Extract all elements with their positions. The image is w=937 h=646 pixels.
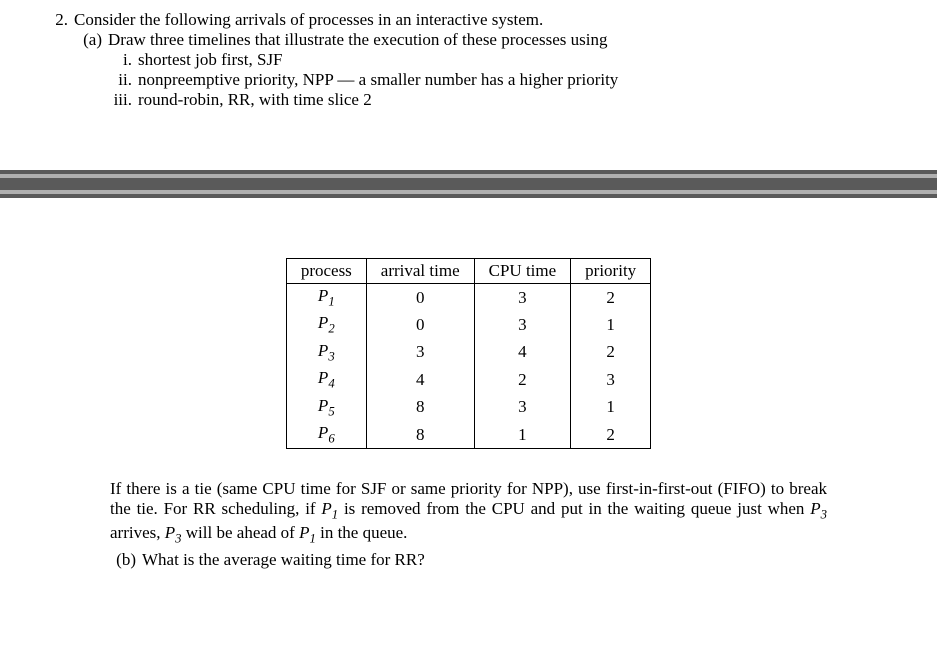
cell-cpu: 3: [474, 394, 571, 421]
tie-text-4: will be ahead of: [182, 523, 300, 542]
cell-process: P2: [286, 311, 366, 338]
tie-text-5: in the queue.: [316, 523, 408, 542]
problem-number: 2.: [40, 10, 74, 110]
cell-pri: 2: [571, 421, 651, 449]
process-table: process arrival time CPU time priority P…: [286, 258, 651, 449]
tie-text-2: is removed from the CPU and put in the w…: [338, 499, 810, 518]
subitem-ii: ii. nonpreemptive priority, NPP — a smal…: [108, 70, 897, 90]
col-priority: priority: [571, 259, 651, 284]
problem-stem: Consider the following arrivals of proce…: [74, 10, 897, 30]
cell-arrival: 8: [366, 421, 474, 449]
page-bottom-section: process arrival time CPU time priority P…: [0, 198, 937, 600]
table-row: P5831: [286, 394, 650, 421]
cell-arrival: 8: [366, 394, 474, 421]
part-b: (b) What is the average waiting time for…: [108, 550, 897, 570]
cell-process: P3: [286, 339, 366, 366]
tie-p1b: P1: [299, 523, 316, 542]
problem-2: 2. Consider the following arrivals of pr…: [40, 10, 897, 110]
part-b-text: What is the average waiting time for RR?: [142, 550, 897, 570]
page-divider: [0, 170, 937, 198]
cell-process: P5: [286, 394, 366, 421]
subitem-i-text: shortest job first, SJF: [138, 50, 897, 70]
table-row: P2031: [286, 311, 650, 338]
cell-cpu: 2: [474, 366, 571, 393]
cell-arrival: 0: [366, 284, 474, 312]
cell-arrival: 0: [366, 311, 474, 338]
col-process: process: [286, 259, 366, 284]
cell-arrival: 3: [366, 339, 474, 366]
cell-process: P1: [286, 284, 366, 312]
subitem-iii-num: iii.: [108, 90, 138, 110]
table-row: P3342: [286, 339, 650, 366]
col-cpu: CPU time: [474, 259, 571, 284]
cell-cpu: 1: [474, 421, 571, 449]
part-a: (a) Draw three timelines that illustrate…: [74, 30, 897, 110]
page-top-section: 2. Consider the following arrivals of pr…: [0, 0, 937, 170]
table-header-row: process arrival time CPU time priority: [286, 259, 650, 284]
subitem-iii-text: round-robin, RR, with time slice 2: [138, 90, 897, 110]
subitem-iii: iii. round-robin, RR, with time slice 2: [108, 90, 897, 110]
subitem-i: i. shortest job first, SJF: [108, 50, 897, 70]
cell-pri: 2: [571, 339, 651, 366]
table-row: P4423: [286, 366, 650, 393]
col-arrival: arrival time: [366, 259, 474, 284]
part-b-label: (b): [108, 550, 142, 570]
subitem-i-num: i.: [108, 50, 138, 70]
cell-process: P6: [286, 421, 366, 449]
table-row: P1032: [286, 284, 650, 312]
part-a-text: Draw three timelines that illustrate the…: [108, 30, 897, 50]
cell-pri: 3: [571, 366, 651, 393]
part-a-label: (a): [74, 30, 108, 110]
cell-cpu: 4: [474, 339, 571, 366]
cell-cpu: 3: [474, 311, 571, 338]
cell-pri: 1: [571, 394, 651, 421]
tie-p1: P1: [321, 499, 338, 518]
table-row: P6812: [286, 421, 650, 449]
tie-p3: P3: [810, 499, 827, 518]
cell-process: P4: [286, 366, 366, 393]
cell-arrival: 4: [366, 366, 474, 393]
subitem-ii-num: ii.: [108, 70, 138, 90]
tie-text-3: arrives,: [110, 523, 165, 542]
subitem-ii-text: nonpreemptive priority, NPP — a smaller …: [138, 70, 897, 90]
cell-pri: 1: [571, 311, 651, 338]
tie-p3b: P3: [165, 523, 182, 542]
cell-pri: 2: [571, 284, 651, 312]
tie-break-note: If there is a tie (same CPU time for SJF…: [110, 479, 827, 546]
cell-cpu: 3: [474, 284, 571, 312]
